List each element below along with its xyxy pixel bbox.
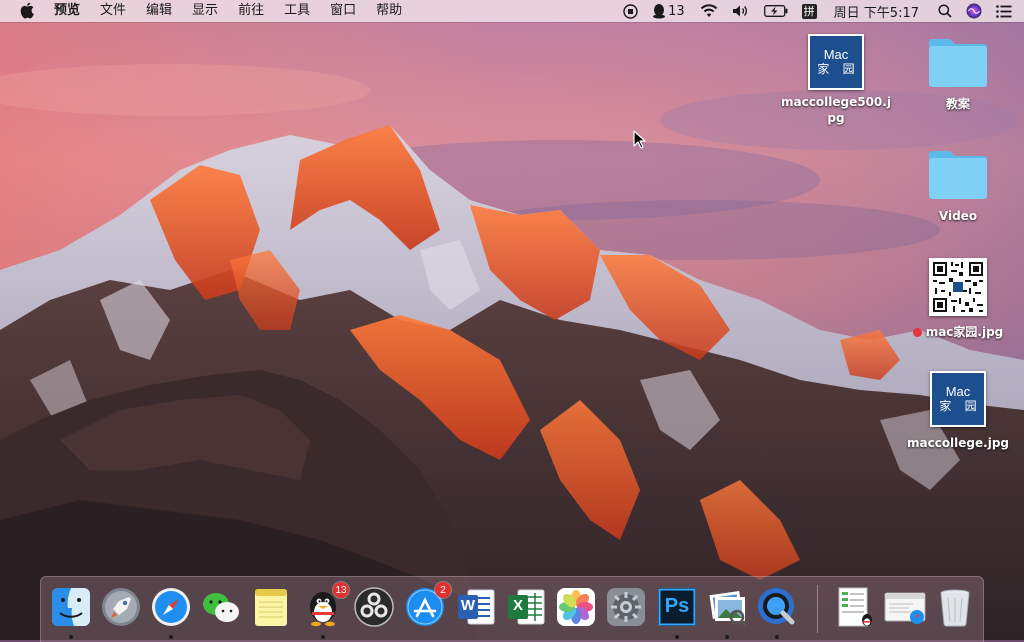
spotlight-search-icon[interactable]: [931, 0, 959, 22]
wechat-icon: [203, 593, 239, 622]
folder-icon: [929, 39, 987, 87]
folder-icon: [929, 151, 987, 199]
dock-separator: [817, 585, 818, 633]
qr-code-thumbnail: [929, 258, 987, 316]
desktop-folder-jiaoan[interactable]: 教案: [898, 36, 1018, 112]
desktop-folder-video[interactable]: Video: [898, 148, 1018, 224]
desktop-folder-label: Video: [938, 209, 978, 223]
red-tag-dot: [912, 328, 922, 337]
menu-edit[interactable]: 编辑: [136, 0, 182, 22]
desktop-file-maccollege500[interactable]: Mac 家 园 maccollege500.jpg: [776, 34, 896, 126]
menu-view[interactable]: 显示: [182, 0, 228, 22]
running-indicator: [69, 635, 73, 639]
thumbnail-text-bottom: 家 园: [817, 61, 860, 76]
menu-tools[interactable]: 工具: [274, 0, 320, 22]
image-thumbnail: Mac 家 园: [930, 371, 986, 427]
dock-notes[interactable]: [249, 585, 293, 629]
trash-icon: [940, 589, 970, 627]
running-indicator: [169, 635, 173, 639]
dock-recent-window-qq[interactable]: [833, 585, 877, 629]
thumbnail-text-top: Mac: [823, 46, 849, 62]
qq-count: 13: [668, 3, 685, 19]
dock-excel[interactable]: X: [504, 585, 548, 629]
input-method-label: 拼: [801, 3, 817, 19]
excel-letter: X: [512, 597, 523, 614]
battery-charging-icon[interactable]: [757, 0, 795, 22]
qq-penguin-icon: [653, 4, 666, 19]
photoshop-letters: Ps: [664, 595, 690, 617]
dock-recent-window-safari[interactable]: [883, 585, 927, 629]
input-method-item[interactable]: 拼: [795, 0, 824, 22]
notification-center-icon[interactable]: [989, 0, 1024, 22]
app-store-updates-badge: 2: [435, 582, 451, 598]
image-thumbnail: Mac 家 园: [808, 34, 864, 90]
menu-app-name[interactable]: 预览: [48, 0, 90, 22]
mouse-pointer-icon: [633, 130, 646, 149]
menu-go[interactable]: 前往: [228, 0, 274, 22]
qq-unread-badge: 13: [333, 582, 349, 598]
menu-help[interactable]: 帮助: [366, 0, 412, 22]
dock-system-preferences[interactable]: [604, 585, 648, 629]
menubar-clock[interactable]: 周日 下午5:17: [824, 0, 931, 22]
siri-icon[interactable]: [959, 0, 989, 22]
dock-trash[interactable]: [933, 585, 977, 629]
running-indicator: [675, 635, 679, 639]
volume-icon[interactable]: [725, 0, 757, 22]
word-letter: W: [460, 597, 476, 614]
dock-obs[interactable]: [352, 585, 396, 629]
desktop-folder-label: 教案: [945, 97, 970, 111]
dock-qq[interactable]: 13: [301, 582, 349, 629]
menu-bar: 预览 文件 编辑 显示 前往 工具 窗口 帮助 13 拼 周日 下午5:17: [0, 0, 1024, 22]
qq-status-item[interactable]: 13: [645, 0, 693, 22]
record-stop-icon[interactable]: [616, 0, 645, 22]
launchpad-rocket-icon: [102, 588, 140, 626]
running-indicator: [775, 635, 779, 639]
desktop-file-maccollege[interactable]: Mac 家 园 maccollege.jpg: [898, 371, 1018, 451]
safari-compass-icon: [152, 588, 190, 626]
dock-launchpad[interactable]: [99, 585, 143, 629]
running-indicator: [725, 635, 729, 639]
dock-wechat[interactable]: [199, 585, 243, 629]
finder-icon: [52, 588, 90, 626]
menu-file[interactable]: 文件: [90, 0, 136, 22]
dock-photos[interactable]: [554, 585, 598, 629]
photos-flower-icon: [557, 588, 595, 626]
quicktime-icon: [758, 588, 795, 625]
dock-word[interactable]: W: [454, 585, 498, 629]
dock: 13 2 W X Ps: [40, 576, 984, 642]
dock-quicktime[interactable]: [755, 585, 799, 629]
dock-app-store[interactable]: 2: [403, 582, 451, 629]
document-stack-icon: [838, 587, 872, 627]
running-indicator: [321, 635, 325, 639]
notes-icon: [255, 589, 287, 626]
browser-window-icon: [884, 592, 926, 624]
apple-menu-icon[interactable]: [20, 3, 34, 19]
desktop-file-label: maccollege.jpg: [906, 436, 1010, 450]
thumbnail-text-bottom: 家 园: [939, 398, 982, 413]
wifi-icon[interactable]: [693, 0, 725, 22]
desktop-file-mac-jiayuan[interactable]: mac家园.jpg: [898, 258, 1018, 340]
preview-photos-icon: [709, 591, 748, 628]
dock-photoshop[interactable]: Ps: [655, 585, 699, 629]
dock-preview[interactable]: [705, 585, 749, 629]
menu-window[interactable]: 窗口: [320, 0, 366, 22]
obs-icon: [354, 587, 394, 627]
dock-safari[interactable]: [149, 585, 193, 629]
thumbnail-text-top: Mac: [945, 383, 971, 399]
gear-icon: [607, 588, 645, 626]
desktop-file-label: mac家园.jpg: [925, 325, 1004, 339]
desktop-file-label: maccollege500.jpg: [781, 95, 891, 125]
dock-finder[interactable]: [49, 585, 93, 629]
